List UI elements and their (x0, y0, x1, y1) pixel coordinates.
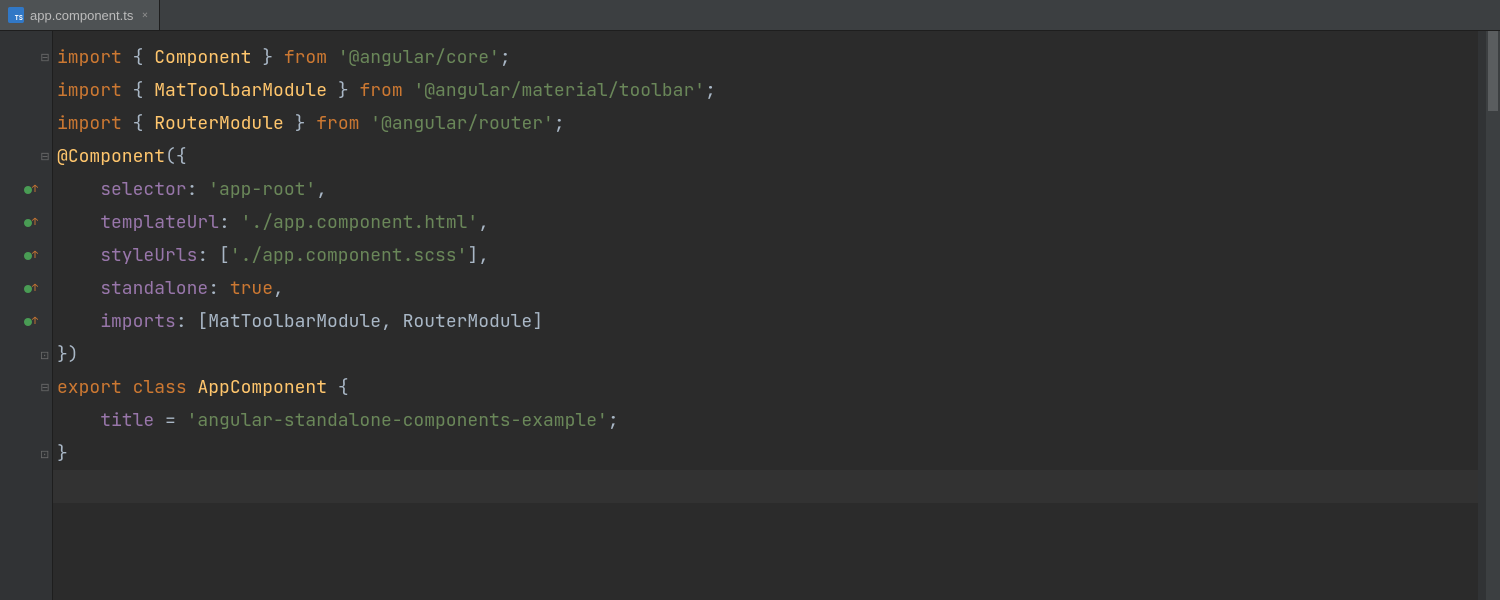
gutter-row (0, 41, 38, 74)
fold-collapse-icon[interactable] (40, 383, 50, 393)
gutter-row (0, 371, 38, 404)
override-indicator-icon[interactable] (24, 316, 36, 328)
gutter-row (0, 404, 38, 437)
gutter-row (0, 305, 38, 338)
code-line[interactable]: templateUrl: './app.component.html', (57, 206, 1478, 239)
fold-collapse-icon[interactable] (40, 152, 50, 162)
code-line[interactable]: imports: [MatToolbarModule, RouterModule… (57, 305, 1478, 338)
code-line[interactable]: }) (57, 338, 1478, 371)
gutter-row (0, 338, 38, 371)
code-line[interactable]: export class AppComponent { (57, 371, 1478, 404)
gutter-row (0, 437, 38, 470)
tab-bar: app.component.ts × (0, 0, 1500, 31)
code-line[interactable]: styleUrls: ['./app.component.scss'], (57, 239, 1478, 272)
close-icon[interactable]: × (139, 7, 150, 23)
code-line[interactable]: import { RouterModule } from '@angular/r… (57, 107, 1478, 140)
gutter-row (0, 74, 38, 107)
fold-row (38, 239, 52, 272)
fold-row (38, 74, 52, 107)
caret-line-highlight (53, 470, 1478, 503)
override-indicator-icon[interactable] (24, 250, 36, 262)
code-line[interactable]: selector: 'app-root', (57, 173, 1478, 206)
code-line[interactable]: import { MatToolbarModule } from '@angul… (57, 74, 1478, 107)
fold-end-icon[interactable] (40, 350, 50, 360)
scrollbar-thumb[interactable] (1488, 31, 1498, 111)
code-line[interactable]: @Component({ (57, 140, 1478, 173)
override-indicator-icon[interactable] (24, 217, 36, 229)
fold-row (38, 371, 52, 404)
fold-column (38, 31, 53, 600)
fold-row (38, 272, 52, 305)
gutter-row (0, 173, 38, 206)
code-area[interactable]: import { Component } from '@angular/core… (53, 31, 1478, 600)
fold-row (38, 206, 52, 239)
editor-area: import { Component } from '@angular/core… (0, 31, 1500, 600)
tab-filename: app.component.ts (30, 8, 133, 23)
fold-row (38, 41, 52, 74)
editor-tab[interactable]: app.component.ts × (0, 0, 160, 30)
gutter-row (0, 206, 38, 239)
code-line[interactable]: } (57, 437, 1478, 470)
gutter-row (0, 239, 38, 272)
gutter-row (0, 272, 38, 305)
code-line[interactable]: standalone: true, (57, 272, 1478, 305)
fold-row (38, 338, 52, 371)
fold-collapse-icon[interactable] (40, 53, 50, 63)
gutter-row (0, 140, 38, 173)
gutter-row (0, 107, 38, 140)
fold-end-icon[interactable] (40, 449, 50, 459)
gutter (0, 31, 38, 600)
code-line[interactable]: import { Component } from '@angular/core… (57, 41, 1478, 74)
marker-bar (1478, 31, 1486, 600)
fold-row (38, 140, 52, 173)
fold-row (38, 437, 52, 470)
fold-row (38, 107, 52, 140)
typescript-file-icon (8, 7, 24, 23)
vertical-scrollbar[interactable] (1486, 31, 1500, 600)
override-indicator-icon[interactable] (24, 283, 36, 295)
code-line[interactable]: title = 'angular-standalone-components-e… (57, 404, 1478, 437)
fold-row (38, 305, 52, 338)
fold-row (38, 404, 52, 437)
fold-row (38, 173, 52, 206)
override-indicator-icon[interactable] (24, 184, 36, 196)
